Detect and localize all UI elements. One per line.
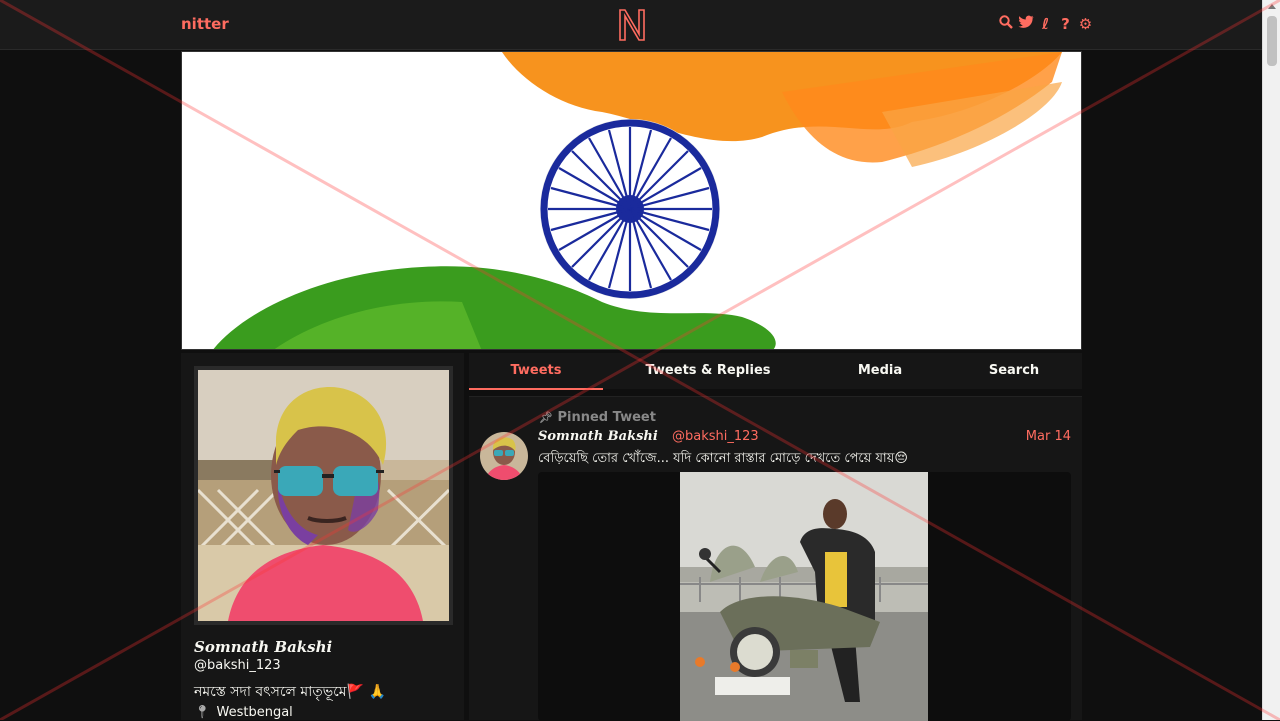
avatar-image xyxy=(198,370,449,621)
profile-fullname[interactable]: Somnath Bakshi xyxy=(194,638,332,656)
timeline-tabs: Tweets Tweets & Replies Media Search xyxy=(469,353,1082,390)
pinned-text: Pinned Tweet xyxy=(557,410,656,425)
tab-tweets-replies[interactable]: Tweets & Replies xyxy=(603,353,813,389)
profile-avatar[interactable] xyxy=(194,366,453,625)
tweet-text: বেড়িয়েছি তোর খোঁজে... যদি কোনো রাস্তার… xyxy=(538,451,908,466)
pin-icon: 📌︎ xyxy=(539,411,553,424)
pinned-label: 📌︎ Pinned Tweet xyxy=(539,410,656,425)
bird-icon[interactable] xyxy=(1018,14,1034,34)
tweet-username[interactable]: @bakshi_123 xyxy=(672,429,759,444)
tab-media[interactable]: Media xyxy=(813,353,947,389)
profile-card: Somnath Bakshi @bakshi_123 নমস্তে সদা বৎ… xyxy=(181,353,464,720)
navbar: nitter ℓ ? ⚙ xyxy=(0,0,1262,50)
profile-username[interactable]: @bakshi_123 xyxy=(194,658,281,673)
rss-icon[interactable]: ℓ xyxy=(1038,14,1053,34)
banner-flag-image xyxy=(182,52,1081,349)
timeline: 📌︎ Pinned Tweet Somnath Bakshi @bakshi_1… xyxy=(469,396,1082,721)
scroll-thumb[interactable] xyxy=(1267,16,1277,66)
tweet-media xyxy=(538,472,1071,721)
tweet-photo[interactable] xyxy=(680,472,928,721)
nitter-logo-icon[interactable] xyxy=(617,8,647,42)
tab-search[interactable]: Search xyxy=(947,353,1081,389)
location-pin-icon: 📍︎ xyxy=(194,705,211,720)
profile-bio: নমস্তে সদা বৎসলে মাতৃভূমে🚩 🙏 xyxy=(194,684,386,700)
profile-location: 📍︎ Westbengal xyxy=(194,705,293,720)
profile-banner[interactable] xyxy=(181,51,1082,350)
tweet-fullname[interactable]: Somnath Bakshi xyxy=(538,429,658,444)
help-icon[interactable]: ? xyxy=(1058,14,1073,34)
tab-tweets[interactable]: Tweets xyxy=(469,353,603,390)
scroll-up-arrow-icon[interactable] xyxy=(1268,4,1276,9)
location-text: Westbengal xyxy=(216,705,293,720)
nav-icons: ℓ ? ⚙ xyxy=(998,14,1093,34)
tweet-date[interactable]: Mar 14 xyxy=(1026,429,1071,444)
brand-link[interactable]: nitter xyxy=(181,15,229,33)
search-icon[interactable] xyxy=(998,14,1013,34)
tweet-avatar[interactable] xyxy=(480,432,528,480)
gear-icon[interactable]: ⚙ xyxy=(1078,14,1093,34)
scrollbar[interactable] xyxy=(1262,0,1280,720)
